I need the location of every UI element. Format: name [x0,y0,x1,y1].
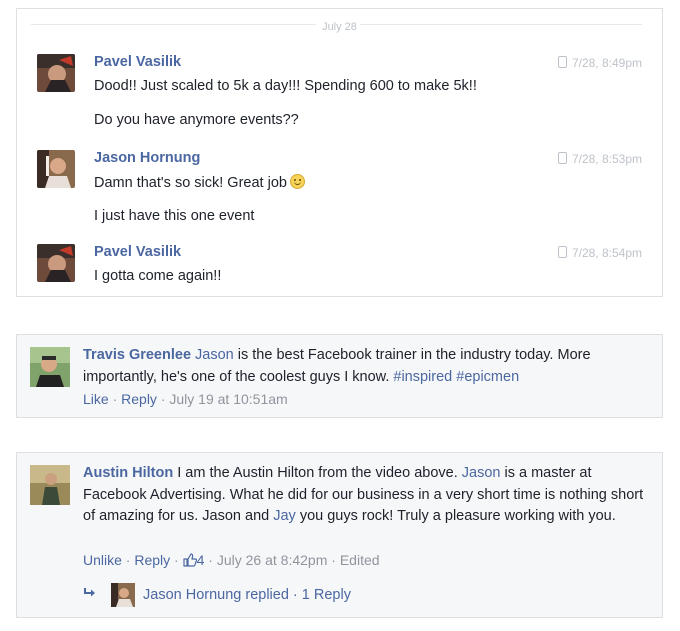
message-thread: July 28 Pavel Vasilik 7/28, 8:49pm Dood!… [16,8,663,297]
edited-label[interactable]: Edited [340,552,380,568]
avatar[interactable] [30,465,70,505]
comment-author[interactable]: Travis Greenlee [83,347,191,363]
comment-body: Austin Hilton I am the Austin Hilton fro… [83,463,648,528]
phone-icon [557,152,567,164]
comment-text: I am the Austin Hilton from the video ab… [173,465,462,481]
reply-button[interactable]: Reply [134,552,170,568]
message-timestamp: 7/28, 8:54pm [557,246,642,260]
sender-name[interactable]: Pavel Vasilik [94,244,181,260]
divider-line [31,24,316,25]
unlike-button[interactable]: Unlike [83,552,122,568]
comment-actions: Unlike · Reply · 4 · July 26 at 8:42pm ·… [83,552,380,570]
date-divider: July 28 [17,17,662,33]
comment-body: Travis Greenlee Jason is the best Facebo… [83,345,648,388]
message-text: Dood!! Just scaled to 5k a day!!! Spendi… [94,78,477,94]
thumbs-up-icon [183,553,197,570]
message-text: Damn that's so sick! Great job [94,174,305,191]
comment-actions: Like · Reply · July 19 at 10:51am [83,391,288,407]
message-group: Jason Hornung 7/28, 8:53pm Damn that's s… [37,150,642,230]
message-group: Pavel Vasilik 7/28, 8:49pm Dood!! Just s… [37,54,642,134]
mention-link[interactable]: Jason [462,465,501,481]
avatar [111,583,135,607]
message-group: Pavel Vasilik 7/28, 8:54pm I gotta come … [37,244,642,288]
message-text: I gotta come again!! [94,268,222,284]
hashtag-link[interactable]: #epicmen [456,369,519,385]
comment-author[interactable]: Austin Hilton [83,465,173,481]
comment-text: you guys rock! Truly a pleasure working … [295,508,616,524]
sender-name[interactable]: Jason Hornung [94,150,200,166]
phone-icon [557,56,567,68]
phone-icon [557,246,567,258]
message-text: I just have this one event [94,208,255,224]
avatar[interactable] [37,54,75,92]
comment: Austin Hilton I am the Austin Hilton fro… [16,452,663,618]
hashtag-link[interactable]: #inspired [393,369,452,385]
avatar[interactable] [37,244,75,282]
divider-line [360,24,642,25]
like-count[interactable]: 4 [183,552,204,570]
replies-link[interactable]: Jason Hornung replied · 1 Reply [83,583,351,609]
comment-timestamp[interactable]: July 19 at 10:51am [169,391,287,407]
reply-summary: Jason Hornung replied [143,587,289,603]
mention-link[interactable]: Jay [273,508,296,524]
smile-emoji-icon [289,174,305,189]
message-timestamp: 7/28, 8:49pm [557,56,642,70]
comment: Travis Greenlee Jason is the best Facebo… [16,334,663,418]
mention-link[interactable]: Jason [195,347,234,363]
avatar[interactable] [37,150,75,188]
comment-timestamp[interactable]: July 26 at 8:42pm [217,552,328,568]
reply-arrow-icon [83,587,97,603]
reply-count[interactable]: 1 Reply [302,587,351,603]
avatar[interactable] [30,347,70,387]
date-divider-label: July 28 [316,21,363,33]
message-text: Do you have anymore events?? [94,112,299,128]
reply-button[interactable]: Reply [121,391,157,407]
message-timestamp: 7/28, 8:53pm [557,152,642,166]
sender-name[interactable]: Pavel Vasilik [94,54,181,70]
like-button[interactable]: Like [83,391,109,407]
